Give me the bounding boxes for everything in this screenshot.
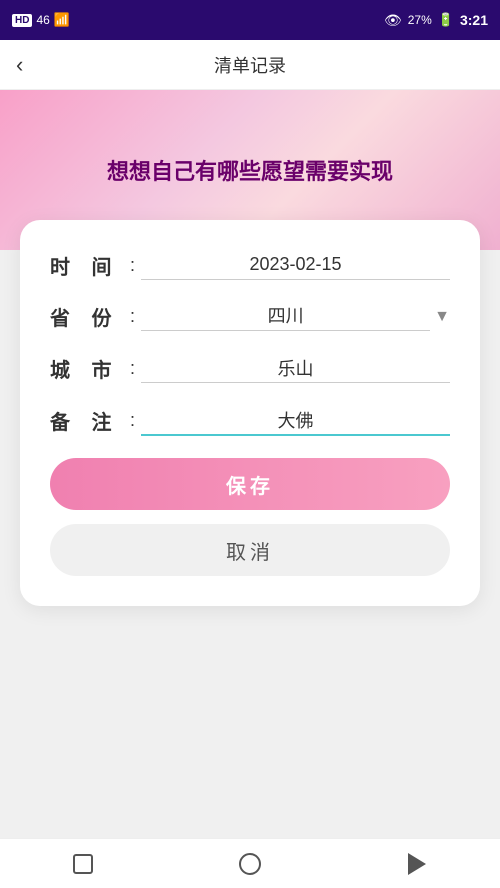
circle-icon (239, 853, 261, 875)
save-button[interactable]: 保存 (50, 458, 450, 510)
remark-row: 备 注 : (50, 405, 450, 436)
province-colon: : (130, 306, 135, 327)
status-bar: HD 46 📶 👁 27% 🔋 3:21 (0, 0, 500, 40)
remark-colon: : (130, 410, 135, 431)
status-left: HD 46 📶 (12, 12, 70, 28)
bottom-nav (0, 838, 500, 888)
back-button[interactable]: ‹ (16, 52, 23, 78)
province-select-wrapper: 四川 北京 上海 广东 ▼ (141, 302, 450, 331)
triangle-icon (408, 853, 426, 875)
province-select[interactable]: 四川 北京 上海 广东 (141, 302, 430, 331)
province-label: 省 份 (50, 302, 130, 331)
signal-icon: 📶 (54, 12, 70, 28)
status-right: 👁 27% 🔋 3:21 (384, 12, 488, 29)
chevron-down-icon: ▼ (434, 308, 450, 326)
time-input[interactable] (141, 250, 450, 280)
eye-icon: 👁 (384, 12, 402, 29)
city-colon: : (130, 358, 135, 379)
battery-icon: 🔋 (438, 12, 454, 28)
time-colon: : (130, 255, 135, 276)
time-label: 时 间 (50, 251, 130, 280)
banner-text: 想想自己有哪些愿望需要实现 (87, 144, 413, 196)
nav-back-button[interactable] (397, 849, 437, 879)
hd-badge: HD (12, 14, 32, 27)
city-row: 城 市 : (50, 353, 450, 383)
clock: 3:21 (460, 12, 488, 28)
nav-circle-button[interactable] (230, 849, 270, 879)
battery-level: 27% (408, 13, 432, 27)
square-icon (73, 854, 93, 874)
nav-bar: ‹ 清单记录 (0, 40, 500, 90)
nav-square-button[interactable] (63, 849, 103, 879)
cancel-button[interactable]: 取消 (50, 524, 450, 576)
signal-strength: 46 (36, 13, 49, 27)
form-card: 时 间 : 省 份 : 四川 北京 上海 广东 ▼ 城 市 : 备 注 : 保存… (20, 220, 480, 606)
city-label: 城 市 (50, 354, 130, 383)
remark-input[interactable] (141, 405, 450, 436)
city-input[interactable] (141, 353, 450, 383)
province-row: 省 份 : 四川 北京 上海 广东 ▼ (50, 302, 450, 331)
remark-label: 备 注 (50, 406, 130, 435)
time-row: 时 间 : (50, 250, 450, 280)
page-title: 清单记录 (214, 52, 286, 78)
